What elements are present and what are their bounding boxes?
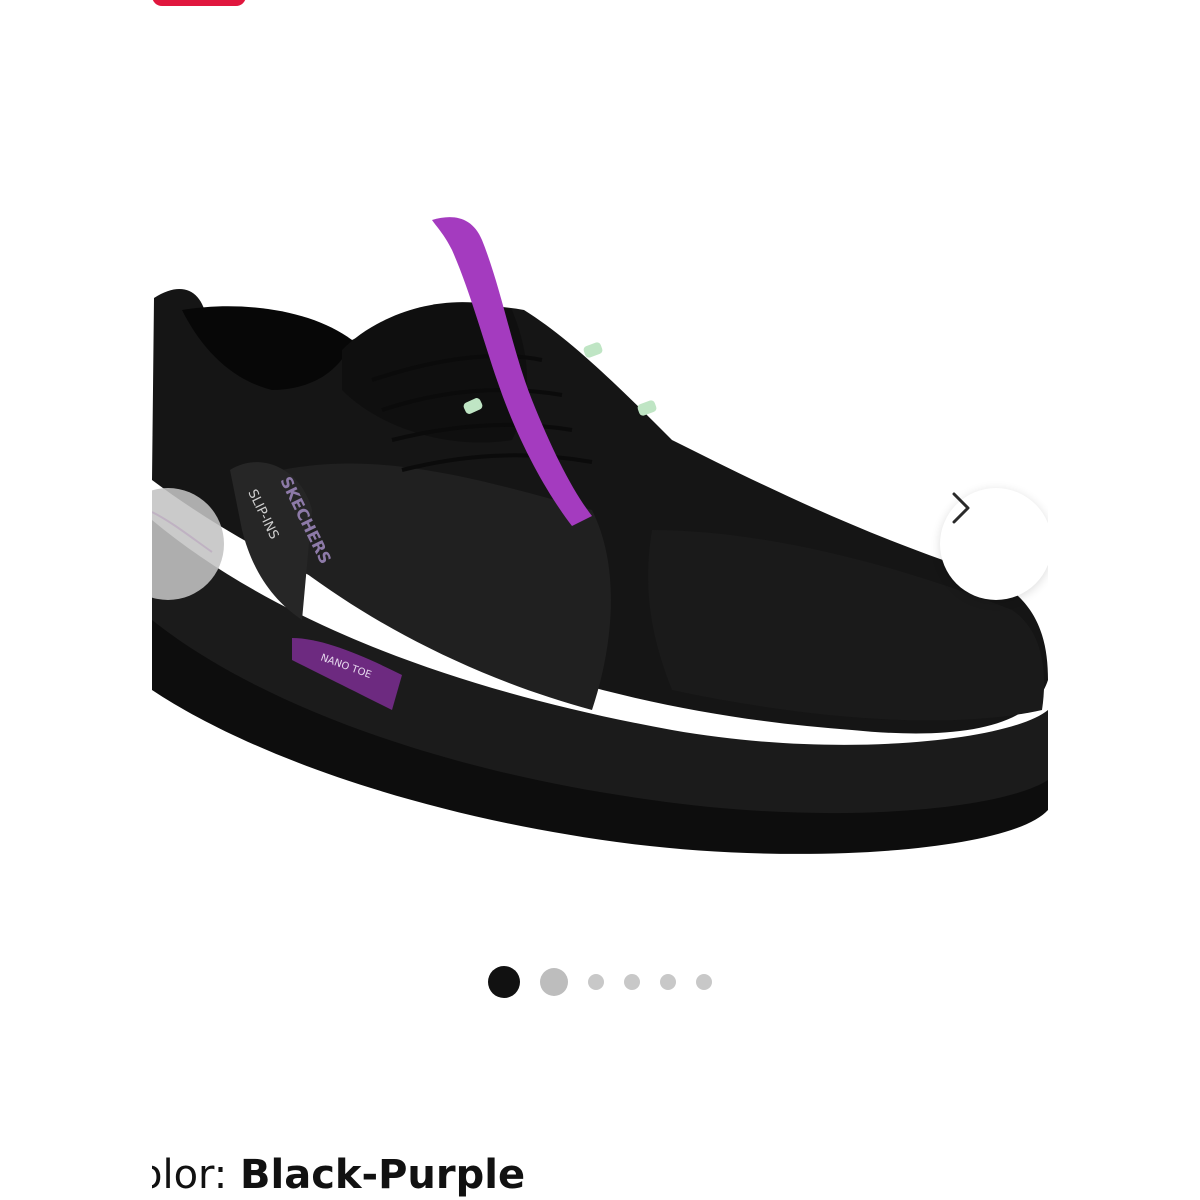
color-selection-text: olor: Black-Purple xyxy=(152,1150,525,1200)
product-image-gallery[interactable]: SKECHERS SLIP-INS NANO TOE xyxy=(152,150,1048,910)
header-accent-tab xyxy=(152,0,246,6)
product-image: SKECHERS SLIP-INS NANO TOE xyxy=(152,217,1048,854)
next-image-button[interactable] xyxy=(940,488,1048,600)
pagination-dot-6[interactable] xyxy=(696,974,712,990)
color-value: Black-Purple xyxy=(240,1152,526,1198)
pagination-dot-5[interactable] xyxy=(660,974,676,990)
pagination-dot-1[interactable] xyxy=(488,966,520,998)
chevron-right-icon xyxy=(952,492,970,524)
pagination-dot-3[interactable] xyxy=(588,974,604,990)
pagination-dot-4[interactable] xyxy=(624,974,640,990)
color-label: olor: xyxy=(152,1152,228,1198)
product-page: SKECHERS SLIP-INS NANO TOE olor: Bla xyxy=(152,0,1048,1200)
pagination-dot-2[interactable] xyxy=(540,968,568,996)
gallery-pagination xyxy=(152,966,1048,998)
